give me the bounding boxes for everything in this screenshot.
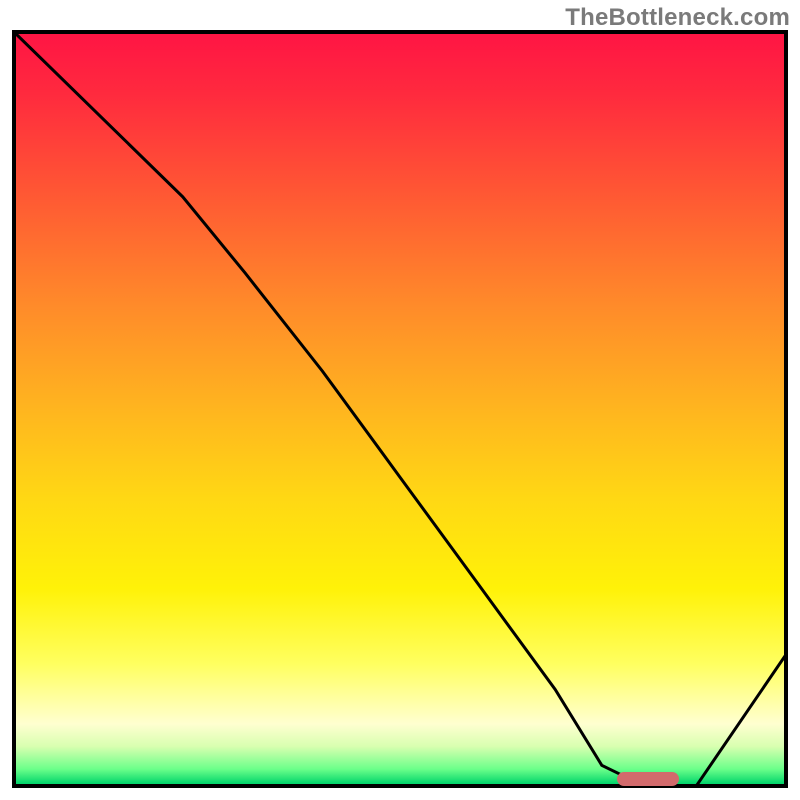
optimal-range-marker [617,772,679,786]
watermark-text: TheBottleneck.com [565,4,790,32]
bottleneck-curve [12,30,788,788]
chart-container: TheBottleneck.com [0,0,800,800]
plot-area [12,30,788,788]
curve-path [12,30,788,788]
